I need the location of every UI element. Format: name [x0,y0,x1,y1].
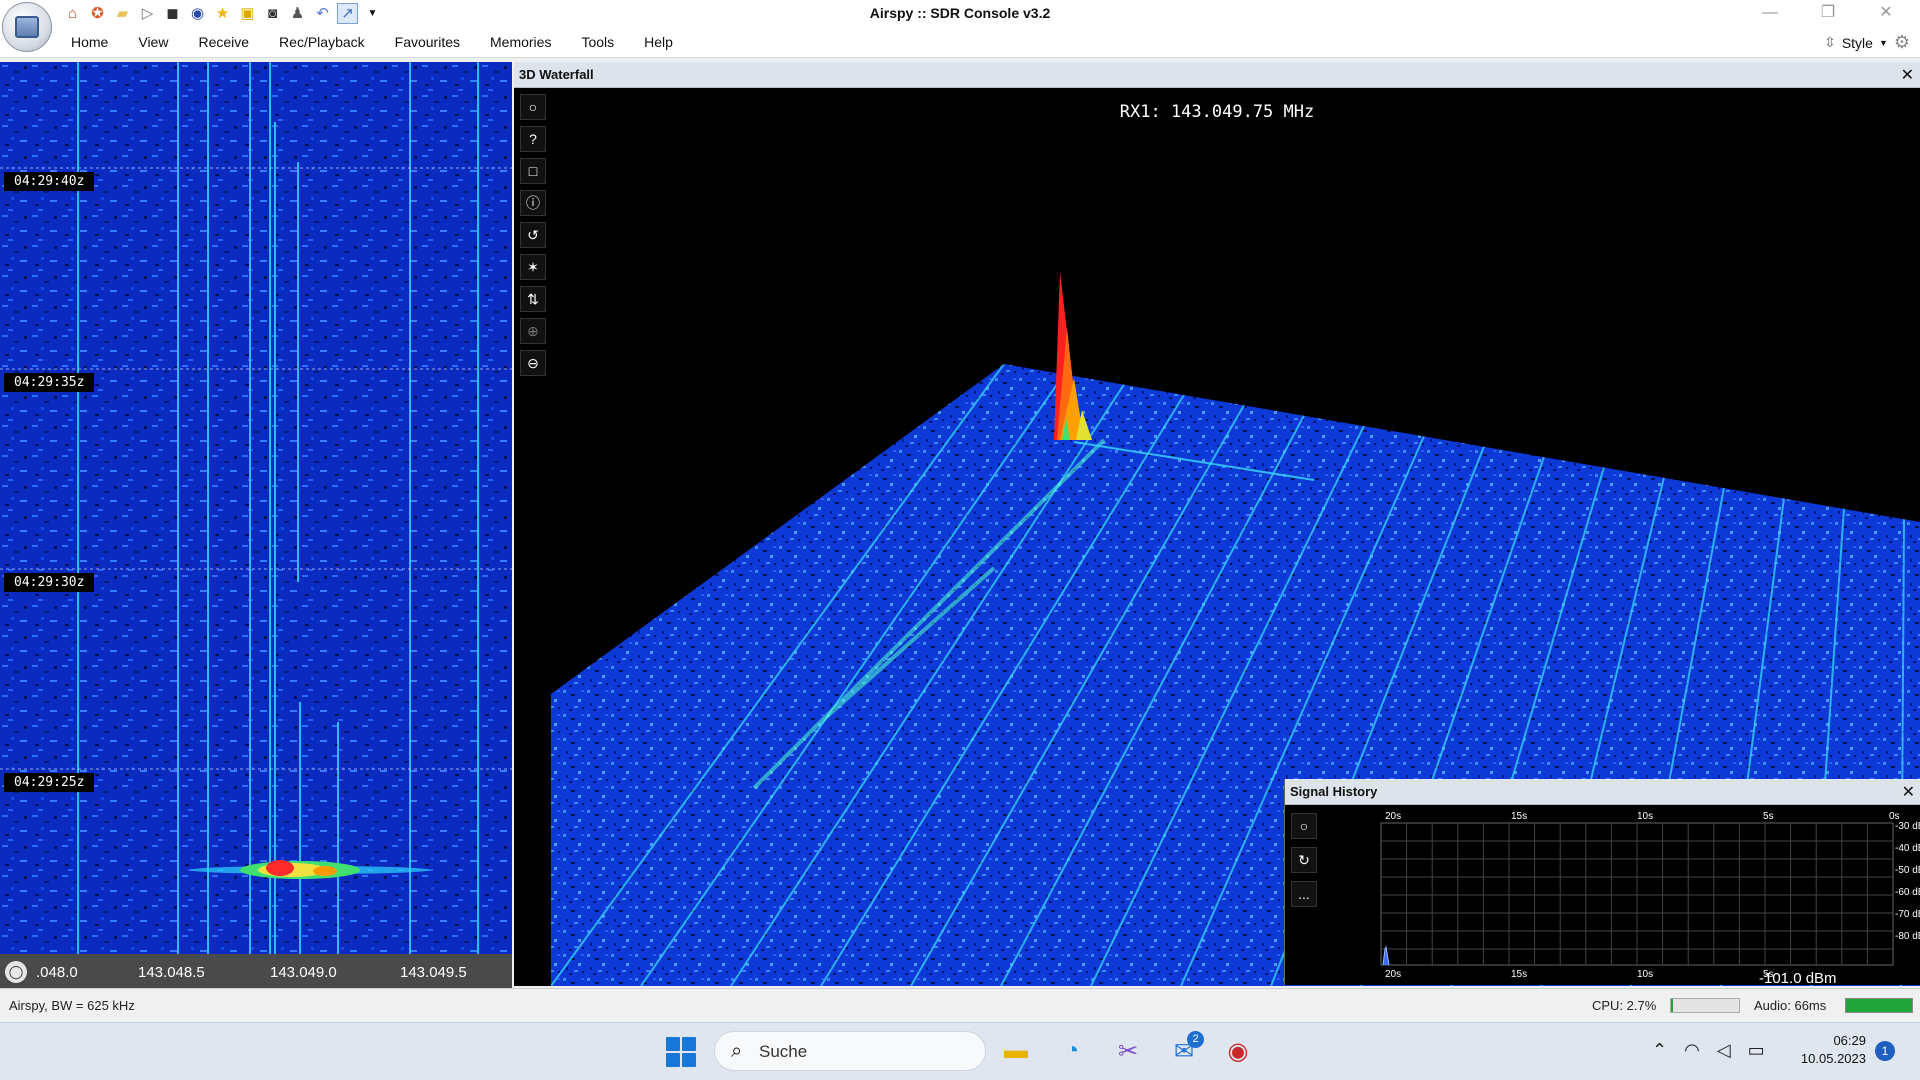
help-icon[interactable]: ? [520,126,546,152]
circle-tool-icon[interactable]: ○ [1291,813,1317,839]
time-tick-label: 10s [1637,811,1653,822]
waterfall-2d[interactable]: 04:29:40z 04:29:35z 04:29:30z 04:29:25z … [0,62,512,988]
cpu-status: CPU: 2.7% [1592,998,1657,1013]
battery-icon[interactable]: ▭ [1748,1040,1765,1061]
time-tick-label: 5s [1763,811,1774,822]
square-tool-icon[interactable]: □ [520,158,546,184]
search-icon: ⌕ [731,1040,743,1062]
time-tick-label: 10s [1637,969,1653,980]
restore-button[interactable]: ❐ [1808,2,1848,24]
menu-favourites[interactable]: Favourites [380,34,475,50]
close-window-button[interactable]: ✕ [1866,2,1906,24]
snipping-tool-icon[interactable]: ✂ [1111,1034,1145,1068]
start-button[interactable] [666,1037,696,1067]
more-icon[interactable]: ... [1291,881,1317,907]
title-bar: ⌂ ✪ ▰ ▷ ◼ ◉ ★ ▣ ◙ ♟ ↶ ↗ ▼ Airspy :: SDR … [0,0,1920,52]
speaker-muted-icon[interactable]: ◁ [1717,1040,1731,1061]
time-label: 04:29:25z [4,773,95,792]
clock-date: 10.05.2023 [1800,1051,1866,1066]
waterfall-3d-toolbar: ○ ? □ ⓘ ↺ ✶ ⇅ ⊕ ⊖ [520,94,548,376]
mail-icon[interactable]: ✉ 2 [1167,1031,1204,1068]
reset-view-icon[interactable]: ↺ [520,222,546,248]
dbm-tick-label: -70 dBm [1895,909,1920,920]
window-title: Airspy :: SDR Console v3.2 [869,5,1051,21]
style-label: Style [1841,34,1873,51]
axis-options-button[interactable]: ◯ [5,961,27,983]
cpu-meter-fill [1671,999,1673,1012]
waterfall-3d-header: 3D Waterfall ✕ [514,62,1920,88]
menu-bar: Home View Receive Rec/Playback Favourite… [0,28,1920,58]
menu-tools[interactable]: Tools [566,34,629,50]
signal-level-readout: -101.0 dBm [1759,970,1837,985]
refresh-icon[interactable]: ↻ [1291,847,1317,873]
style-selector[interactable]: ⇳ Style ▼ ⚙ [1824,32,1910,53]
freq-tick: 143.049.5 [400,964,467,981]
time-label: 04:29:40z [4,172,95,191]
time-tick-label: 20s [1385,969,1401,980]
signal-history-panel: Signal History ✕ ○ ↻ ... 20s 15s 10s 5s 0s 20… [1284,779,1920,985]
menu-view[interactable]: View [123,34,183,50]
menu-receive[interactable]: Receive [183,34,264,50]
audio-meter [1845,998,1913,1013]
swap-vertical-icon[interactable]: ⇅ [520,286,546,312]
time-label: 04:29:35z [4,373,95,392]
system-tray: ⌃ ◠ ◁ ▭ [1652,1040,1765,1061]
dbm-tick-label: -50 dBm [1895,865,1920,876]
app-logo-icon [15,16,39,38]
time-tick-label: 15s [1511,969,1527,980]
edge-browser-icon[interactable]: ◔ [1055,1034,1089,1068]
chevron-down-icon: ▼ [1878,37,1888,48]
signal-history-chart[interactable]: 20s15s10s5s0s20s15s10s5s-30 dBm-40 dBm-5… [1345,807,1920,985]
frequency-axis[interactable]: ◯ .048.0 143.048.5 143.049.0 143.049.5 [0,954,512,988]
sparkle-icon[interactable]: ✶ [520,254,546,280]
signal-history-header: Signal History ✕ [1285,779,1920,805]
notification-badge[interactable]: 1 [1875,1041,1895,1061]
zoom-in-icon[interactable]: ⊕ [520,318,546,344]
status-bar: Airspy, BW = 625 kHz CPU: 2.7% Audio: 66… [0,988,1920,1022]
info-icon[interactable]: ⓘ [520,190,546,216]
time-tick-label: 15s [1511,811,1527,822]
taskbar-search[interactable]: ⌕ Suche [714,1031,986,1071]
chevron-up-icon[interactable]: ⌃ [1652,1040,1667,1061]
file-explorer-icon[interactable]: ▬ [999,1034,1033,1068]
rx-frequency-label: RX1: 143.049.75 MHz [1119,102,1315,122]
waterfall-2d-canvas[interactable] [0,62,512,954]
wifi-icon[interactable]: ◠ [1684,1040,1700,1061]
audio-status: Audio: 66ms [1754,998,1827,1013]
style-sort-icon: ⇳ [1824,34,1836,50]
sdr-console-icon[interactable]: ◉ [1221,1034,1255,1068]
device-status: Airspy, BW = 625 kHz [9,998,135,1013]
freq-tick: .048.0 [36,964,78,981]
search-placeholder: Suche [759,1042,808,1061]
clock-time: 06:29 [1833,1033,1866,1048]
panel-title: Signal History [1290,784,1378,799]
minimize-button[interactable]: — [1750,2,1790,24]
menu-home[interactable]: Home [56,34,123,50]
freq-tick: 143.049.0 [270,964,337,981]
cpu-meter [1670,998,1740,1013]
panel-title: 3D Waterfall [519,67,594,82]
time-label: 04:29:30z [4,573,95,592]
settings-gear-icon[interactable]: ⚙ [1894,32,1910,53]
mail-badge: 2 [1187,1031,1204,1048]
close-panel-icon[interactable]: ✕ [1902,782,1915,802]
time-tick-label: 20s [1385,811,1401,822]
dbm-tick-label: -60 dBm [1895,887,1920,898]
application-menu-button[interactable] [2,2,52,52]
dbm-tick-label: -30 dBm [1895,821,1920,832]
close-panel-icon[interactable]: ✕ [1901,65,1914,85]
menu-help[interactable]: Help [629,34,688,50]
dbm-tick-label: -40 dBm [1895,843,1920,854]
zoom-out-icon[interactable]: ⊖ [520,350,546,376]
audio-meter-fill [1846,999,1912,1012]
menu-rec-playback[interactable]: Rec/Playback [264,34,380,50]
clock[interactable]: 06:29 10.05.2023 [1786,1032,1866,1068]
menu-memories[interactable]: Memories [475,34,566,50]
freq-tick: 143.048.5 [138,964,205,981]
taskbar: ⌕ Suche ▬ ◔ ✂ ✉ 2 ◉ ⌃ ◠ ◁ ▭ 06:29 10.05.2… [0,1022,1920,1080]
signal-history-toolbar: ○ ↻ ... [1291,813,1317,907]
dbm-tick-label: -80 dBm [1895,931,1920,942]
